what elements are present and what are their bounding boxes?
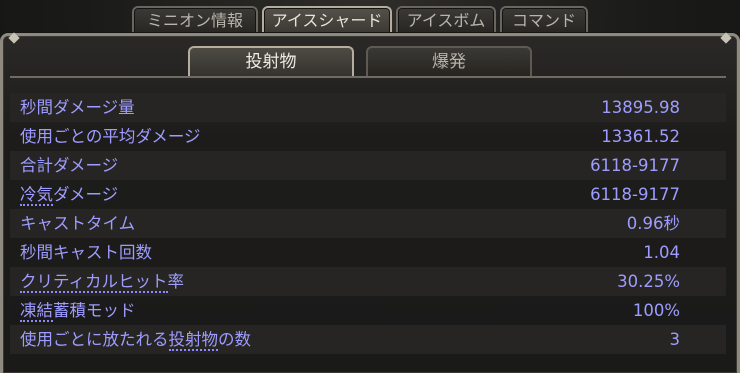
stat-label: キャストタイム	[20, 214, 136, 233]
stat-value: 0.96秒	[626, 214, 680, 233]
stat-value: 6118-9177	[590, 156, 680, 175]
subtab-projectile[interactable]: 投射物	[188, 46, 354, 76]
stat-value: 6118-9177	[590, 185, 680, 204]
stat-label: 秒間キャスト回数	[20, 243, 152, 262]
top-tab-bar: ミニオン情報 アイスシャード アイスボム コマンド	[0, 0, 740, 36]
stat-value: 3	[669, 330, 681, 349]
stat-row-avg-damage: 使用ごとの平均ダメージ 13361.52	[10, 122, 726, 151]
stat-row-projectile-count: 使用ごとに放たれる投射物の数 3	[10, 325, 726, 354]
tooltip-term-freeze[interactable]: 凍結	[20, 301, 53, 322]
subtab-explosion[interactable]: 爆発	[366, 46, 532, 76]
subtab-divider	[10, 76, 726, 78]
stat-row-total-damage: 合計ダメージ 6118-9177	[10, 151, 726, 180]
stat-row-cast-time: キャストタイム 0.96秒	[10, 209, 726, 238]
tab-ice-shard[interactable]: アイスシャード	[262, 6, 392, 34]
stat-label: 秒間ダメージ量	[20, 98, 135, 117]
stats-list: 秒間ダメージ量 13895.98 使用ごとの平均ダメージ 13361.52 合計…	[10, 93, 726, 354]
tab-command[interactable]: コマンド	[500, 6, 588, 34]
stat-value: 13361.52	[601, 127, 680, 146]
stat-value: 30.25%	[617, 272, 680, 291]
stat-row-dps: 秒間ダメージ量 13895.98	[10, 93, 726, 122]
stat-label: 使用ごとに放たれる投射物の数	[20, 325, 251, 354]
stat-label: クリティカルヒット率	[20, 272, 185, 293]
stat-value: 1.04	[643, 243, 680, 262]
stat-label: 使用ごとの平均ダメージ	[20, 127, 201, 146]
tooltip-term-cold[interactable]: 冷気	[20, 185, 53, 206]
tooltip-term-critical-hit[interactable]: クリティカルヒット	[20, 272, 168, 293]
stat-label: 冷気ダメージ	[20, 185, 119, 206]
stat-label-suffix: の数	[218, 330, 251, 349]
tab-minion-info[interactable]: ミニオン情報	[132, 6, 258, 34]
tooltip-term-projectile[interactable]: 投射物	[168, 330, 218, 351]
stat-value: 100%	[632, 301, 680, 320]
stat-row-casts-per-second: 秒間キャスト回数 1.04	[10, 238, 726, 267]
stat-value: 13895.98	[601, 98, 680, 117]
tab-ice-bomb[interactable]: アイスボム	[396, 6, 496, 34]
stat-label-prefix: 使用ごとに放たれる	[20, 330, 169, 349]
stat-row-cold-damage: 冷気ダメージ 6118-9177	[10, 180, 726, 209]
stat-row-crit-chance: クリティカルヒット率 30.25%	[10, 267, 726, 296]
stat-label: 凍結蓄積モッド	[20, 301, 136, 322]
stat-row-freeze-buildup: 凍結蓄積モッド 100%	[10, 296, 726, 325]
stat-label: 合計ダメージ	[20, 156, 119, 175]
